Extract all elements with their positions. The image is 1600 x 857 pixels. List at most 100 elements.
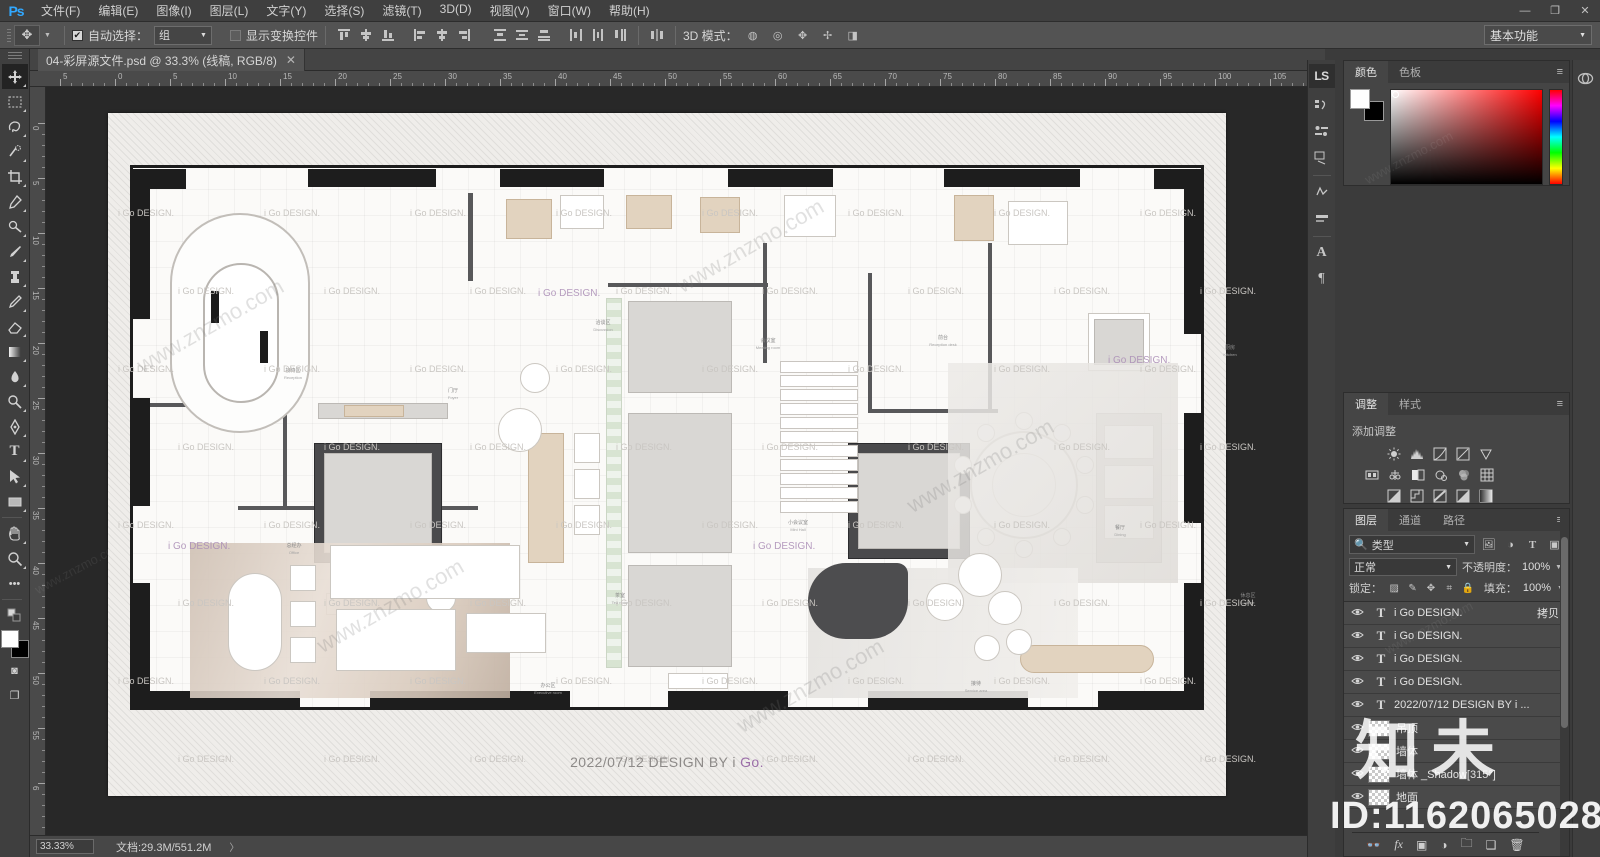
scale-3d-icon[interactable]: ◨ bbox=[843, 25, 863, 45]
tool-preset-chevron-icon[interactable]: ▼ bbox=[42, 32, 57, 39]
exposure-icon[interactable] bbox=[1453, 445, 1473, 463]
selective-color-icon[interactable] bbox=[1476, 487, 1496, 505]
edit-toolbar-button[interactable]: ••• bbox=[2, 571, 28, 596]
distribute-vertical-centers[interactable] bbox=[512, 25, 532, 45]
layer-row[interactable]: Ti Go DESIGN. bbox=[1344, 671, 1569, 694]
layer-visibility-eye-icon[interactable] bbox=[1346, 768, 1368, 781]
link-layers-icon[interactable]: 👓 bbox=[1366, 838, 1381, 852]
workspace-switcher[interactable]: 基本功能 ▼ bbox=[1484, 25, 1592, 45]
type-layers-filter-icon[interactable]: T bbox=[1523, 535, 1542, 554]
tab-layers[interactable]: 图层 bbox=[1344, 509, 1388, 531]
align-right-edges[interactable] bbox=[454, 25, 474, 45]
hand-tool[interactable] bbox=[2, 521, 28, 546]
tab-channels[interactable]: 通道 bbox=[1388, 509, 1432, 531]
lock-transparent-pixels-icon[interactable]: ▨ bbox=[1388, 582, 1400, 595]
fill-value[interactable]: 100% bbox=[1523, 582, 1551, 594]
layers-scrollbar[interactable] bbox=[1560, 509, 1569, 856]
channel-mixer-icon[interactable] bbox=[1454, 466, 1474, 484]
layer-row[interactable]: Ti Go DESIGN. 拷贝 bbox=[1344, 602, 1569, 625]
layer-style-icon[interactable]: fx bbox=[1394, 837, 1403, 852]
foreground-color-swatch[interactable] bbox=[1350, 89, 1370, 109]
layer-visibility-eye-icon[interactable] bbox=[1346, 791, 1368, 804]
menu-item-1[interactable]: 编辑(E) bbox=[89, 0, 147, 22]
brightness-contrast-icon[interactable] bbox=[1384, 445, 1404, 463]
distribute-left-edges[interactable] bbox=[566, 25, 586, 45]
menu-item-7[interactable]: 3D(D) bbox=[431, 0, 481, 22]
crop-tool[interactable] bbox=[2, 164, 28, 189]
properties-icon[interactable] bbox=[1310, 119, 1334, 143]
color-panel-menu-icon[interactable]: ≡ bbox=[1557, 61, 1569, 83]
layer-row[interactable]: 墙体 bbox=[1344, 740, 1569, 763]
layer-row[interactable]: Ti Go DESIGN. bbox=[1344, 648, 1569, 671]
auto-select-checkbox[interactable]: ✔ bbox=[71, 29, 83, 41]
horizontal-ruler[interactable]: 5 0 5 10 15 20 25 30 35 40 45 50 55 60 65 70 75 80 85 90 95 1… bbox=[30, 71, 1325, 87]
foreground-color-swatch[interactable] bbox=[0, 630, 19, 648]
tab-paths[interactable]: 路径 bbox=[1432, 509, 1476, 531]
curves-icon[interactable] bbox=[1430, 445, 1450, 463]
posterize-icon[interactable] bbox=[1407, 487, 1427, 505]
options-bar-grip[interactable] bbox=[4, 25, 14, 45]
invert-icon[interactable] bbox=[1384, 487, 1404, 505]
layer-visibility-eye-icon[interactable] bbox=[1346, 607, 1368, 620]
color-panel-swatches[interactable] bbox=[1350, 89, 1384, 121]
menu-item-3[interactable]: 图层(L) bbox=[201, 0, 258, 22]
layer-visibility-eye-icon[interactable] bbox=[1346, 653, 1368, 666]
path-selection-tool[interactable] bbox=[2, 464, 28, 489]
rotate-3d-icon[interactable]: ◍ bbox=[743, 25, 763, 45]
lock-all-icon[interactable]: 🔒 bbox=[1461, 582, 1473, 595]
layer-visibility-eye-icon[interactable] bbox=[1346, 699, 1368, 712]
lock-image-pixels-icon[interactable]: ✎ bbox=[1406, 582, 1418, 595]
lock-artboard-nesting-icon[interactable]: ⌗ bbox=[1443, 582, 1455, 595]
minimize-button[interactable]: — bbox=[1510, 0, 1540, 22]
distribute-top-edges[interactable] bbox=[490, 25, 510, 45]
vibrance-icon[interactable] bbox=[1476, 445, 1496, 463]
layer-list[interactable]: Ti Go DESIGN. 拷贝 Ti Go DESIGN. Ti Go DESIGN… bbox=[1344, 601, 1569, 809]
layer-row[interactable]: Ti Go DESIGN. bbox=[1344, 625, 1569, 648]
new-group-icon[interactable]: 🗀 bbox=[1461, 834, 1473, 855]
screen-mode-button[interactable]: ❐ bbox=[2, 683, 28, 708]
tools-panel-grip[interactable] bbox=[7, 52, 22, 61]
gradient-map-icon[interactable] bbox=[1453, 487, 1473, 505]
photo-filter-icon[interactable] bbox=[1431, 466, 1451, 484]
creative-cloud-icon[interactable] bbox=[1573, 66, 1597, 90]
align-top-edges[interactable] bbox=[334, 25, 354, 45]
gradients-icon[interactable] bbox=[1310, 206, 1334, 230]
layer-visibility-eye-icon[interactable] bbox=[1346, 630, 1368, 643]
tab-swatches[interactable]: 色板 bbox=[1388, 61, 1432, 83]
layer-visibility-eye-icon[interactable] bbox=[1346, 722, 1368, 735]
align-left-edges[interactable] bbox=[410, 25, 430, 45]
layer-visibility-eye-icon[interactable] bbox=[1346, 676, 1368, 689]
adjustments-shortcut-icon[interactable] bbox=[1310, 180, 1334, 204]
rectangle-tool[interactable] bbox=[2, 489, 28, 514]
auto-select-scope-dropdown[interactable]: 组 ▼ bbox=[153, 25, 212, 45]
history-icon[interactable] bbox=[1310, 93, 1334, 117]
levels-icon[interactable] bbox=[1407, 445, 1427, 463]
menu-item-8[interactable]: 视图(V) bbox=[481, 0, 539, 22]
hue-slider[interactable] bbox=[1549, 89, 1563, 185]
adjustments-panel-menu-icon[interactable]: ≡ bbox=[1557, 393, 1569, 415]
move-tool[interactable] bbox=[1, 64, 28, 89]
blend-mode-dropdown[interactable]: 正常 ▼ bbox=[1349, 558, 1457, 576]
align-horizontal-centers[interactable] bbox=[432, 25, 452, 45]
pan-3d-icon[interactable]: ✥ bbox=[793, 25, 813, 45]
menu-item-9[interactable]: 窗口(W) bbox=[539, 0, 600, 22]
blur-tool[interactable] bbox=[2, 364, 28, 389]
horizontal-type-tool[interactable]: T bbox=[2, 439, 28, 464]
pen-tool[interactable] bbox=[2, 414, 28, 439]
quick-mask-button[interactable]: ◙ bbox=[2, 658, 28, 683]
new-layer-icon[interactable]: ❑ bbox=[1486, 838, 1497, 852]
black-white-icon[interactable] bbox=[1408, 466, 1428, 484]
eraser-tool[interactable] bbox=[2, 314, 28, 339]
gradient-tool[interactable] bbox=[2, 339, 28, 364]
distribute-right-edges[interactable] bbox=[610, 25, 630, 45]
distribute-spacing-icon[interactable] bbox=[647, 25, 667, 45]
layer-row[interactable]: 吊顶 bbox=[1344, 717, 1569, 740]
vertical-ruler[interactable]: 0 5 10 15 20 25 30 35 40 45 50 55 6 bbox=[30, 87, 46, 835]
align-bottom-edges[interactable] bbox=[378, 25, 398, 45]
tab-styles[interactable]: 样式 bbox=[1388, 393, 1432, 415]
layer-visibility-eye-icon[interactable] bbox=[1346, 745, 1368, 758]
layer-mask-icon[interactable]: ▣ bbox=[1416, 838, 1427, 852]
rectangular-marquee-tool[interactable] bbox=[2, 89, 28, 114]
distribute-bottom-edges[interactable] bbox=[534, 25, 554, 45]
color-balance-icon[interactable] bbox=[1385, 466, 1405, 484]
